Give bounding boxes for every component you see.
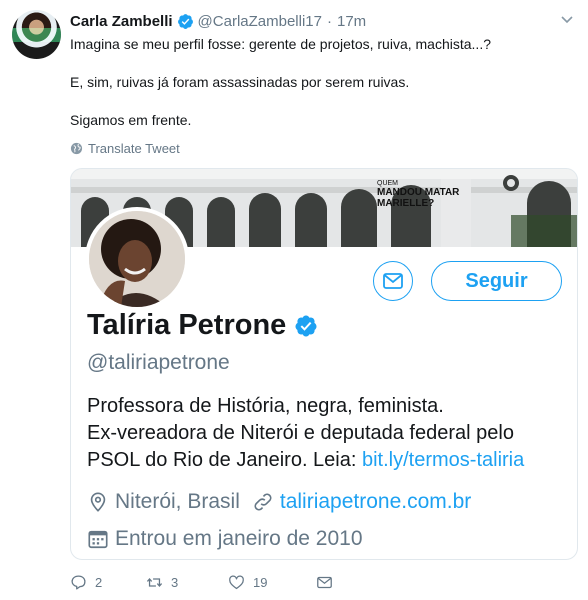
profile-location: Niterói, Brasil	[115, 490, 240, 513]
bio-link[interactable]: bit.ly/termos-taliria	[362, 449, 524, 471]
tweet-paragraph: Imagina se meu perfil fosse: gerente de …	[70, 36, 491, 52]
retweet-count: 3	[171, 575, 179, 590]
profile-avatar[interactable]	[85, 207, 189, 311]
author-avatar[interactable]	[12, 10, 61, 59]
profile-joined: Entrou em janeiro de 2010	[87, 527, 363, 551]
link-icon	[254, 493, 272, 511]
translate-tweet-link[interactable]: Translate Tweet	[70, 141, 180, 156]
bio-line-text: PSOL do Rio de Janeiro. Leia:	[87, 449, 362, 471]
reply-count: 2	[95, 575, 103, 590]
calendar-icon	[88, 530, 108, 549]
profile-location-website: Niterói, Brasil taliriapetrone.com.br	[87, 490, 471, 514]
banner-sign-text: MANDOU MATAR	[377, 187, 460, 198]
author-name[interactable]: Carla Zambelli	[70, 13, 173, 30]
envelope-icon	[383, 273, 403, 289]
retweet-icon	[146, 577, 163, 588]
tweet-timestamp[interactable]: 17m	[337, 13, 366, 30]
profile-name[interactable]: Talíria Petrone	[87, 309, 322, 342]
bio-line: PSOL do Rio de Janeiro. Leia: bit.ly/ter…	[87, 447, 567, 474]
profile-joined-text: Entrou em janeiro de 2010	[115, 527, 363, 550]
caret-down-icon[interactable]	[560, 14, 574, 26]
profile-name-text[interactable]: Talíria Petrone	[87, 309, 286, 342]
tweet-paragraph: Sigamos em frente.	[70, 112, 192, 128]
profile-bio: Professora de História, negra, feminista…	[87, 393, 567, 474]
like-count: 19	[253, 575, 268, 590]
bio-line: Professora de História, negra, feminista…	[87, 395, 444, 417]
reply-icon	[71, 575, 86, 590]
reply-action[interactable]: 2	[70, 574, 146, 591]
tweet-paragraph: E, sim, ruivas já foram assassinadas por…	[70, 74, 410, 90]
verified-badge-icon	[295, 315, 317, 336]
like-action[interactable]: 19	[228, 574, 316, 591]
author-handle[interactable]: @CarlaZambelli17	[198, 13, 322, 30]
banner-sign-text: QUEM	[377, 180, 398, 187]
translate-label[interactable]: Translate Tweet	[88, 141, 180, 156]
separator-dot: ·	[327, 12, 332, 30]
profile-card[interactable]: QUEM MANDOU MATAR MARIELLE? Seguir Talír…	[70, 168, 578, 560]
tweet-header: Carla Zambelli @CarlaZambelli17 · 17m	[70, 11, 366, 31]
profile-website-link[interactable]: taliriapetrone.com.br	[280, 490, 471, 514]
tweet-text: Imagina se meu perfil fosse: gerente de …	[70, 35, 575, 149]
direct-message-action[interactable]	[316, 574, 333, 591]
message-button[interactable]	[373, 261, 413, 301]
retweet-action[interactable]: 3	[146, 574, 228, 591]
globe-icon	[70, 142, 83, 155]
profile-handle[interactable]: @taliriapetrone	[87, 351, 230, 375]
tweet-actions: 2 3 19	[70, 574, 333, 591]
heart-icon	[229, 575, 244, 590]
bio-line: Ex-vereadora de Niterói e deputada feder…	[87, 422, 514, 444]
follow-button[interactable]: Seguir	[431, 261, 562, 301]
dm-icon	[317, 576, 332, 589]
location-pin-icon	[90, 492, 106, 512]
verified-badge-icon	[177, 13, 193, 29]
banner-sign-text: MARIELLE?	[377, 198, 434, 209]
